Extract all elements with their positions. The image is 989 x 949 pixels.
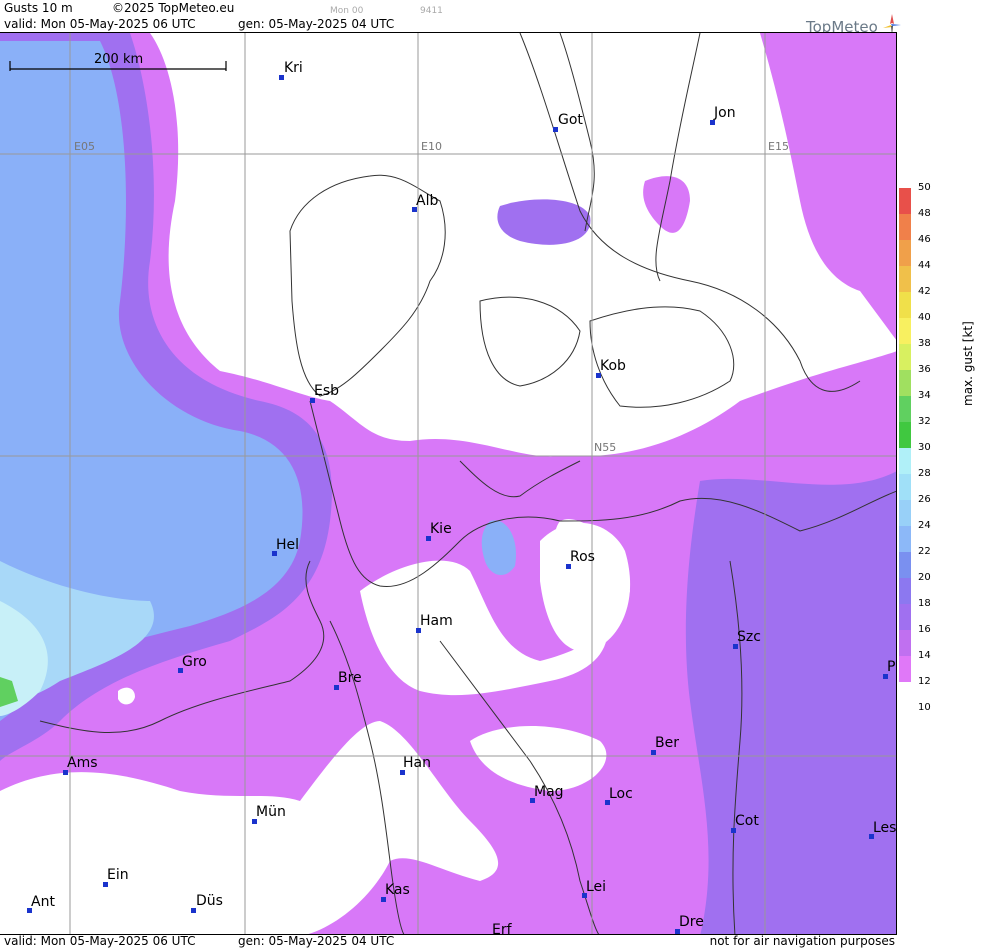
gust-legend: 50 48 46 44 42 40 38 36 34 32 30 28 26 24 22 20 18 16 14 12… (899, 182, 989, 713)
legend-tick-label: 14 (918, 650, 931, 661)
footer-valid-time: valid: Mon 05-May-2025 06 UTC (4, 934, 196, 948)
legend-color-swatch (899, 552, 911, 578)
city-label: Kri (284, 60, 303, 76)
code-label: 9411 (420, 6, 443, 16)
legend-color-swatch (899, 370, 911, 396)
city-label: Szc (737, 629, 761, 645)
legend-tick-label: 40 (918, 312, 931, 323)
legend-tick-label: 46 (918, 234, 931, 245)
city-label: Alb (416, 193, 439, 209)
legend-color-swatch (899, 500, 911, 526)
city-label: Kie (430, 521, 452, 537)
legend-tick-label: 20 (918, 572, 931, 583)
grid-label-e05: E05 (74, 140, 95, 153)
legend-color-swatch (899, 396, 911, 422)
legend-color-swatch (899, 292, 911, 318)
legend-tick-label: 24 (918, 520, 931, 531)
city-label: Got (558, 112, 583, 128)
model-run-label: Mon 00 (330, 6, 364, 16)
city-label: Ein (107, 867, 129, 883)
disclaimer-text: not for air navigation purposes (709, 934, 895, 948)
legend-color-swatch (899, 318, 911, 344)
valid-time: valid: Mon 05-May-2025 06 UTC (4, 17, 196, 31)
city-label: Mag (534, 784, 564, 800)
legend-color-swatch (899, 344, 911, 370)
copyright-text: ©2025 TopMeteo.eu (112, 1, 235, 15)
city-label: Kas (385, 882, 410, 898)
generated-time: gen: 05-May-2025 04 UTC (238, 17, 395, 31)
legend-title: max. gust [kt] (961, 321, 975, 406)
legend-color-swatch (899, 656, 911, 682)
legend-tick-label: 44 (918, 260, 931, 271)
grid-label-e15: E15 (768, 140, 789, 153)
legend-color-swatch (899, 188, 911, 214)
legend-tick-label: 42 (918, 286, 931, 297)
city-label: Esb (314, 383, 340, 399)
city-label: Gro (182, 654, 207, 670)
city-label: Loc (609, 786, 633, 802)
legend-color-swatch (899, 474, 911, 500)
legend-color-swatch (899, 266, 911, 292)
legend-color-swatch (899, 526, 911, 552)
city-label: Hel (276, 537, 300, 553)
legend-tick-label: 16 (918, 624, 931, 635)
grid-label-e10: E10 (421, 140, 442, 153)
footer-bar: valid: Mon 05-May-2025 06 UTC gen: 05-Ma… (0, 934, 897, 949)
legend-tick-label: 32 (918, 416, 931, 427)
legend-color-swatch (899, 578, 911, 604)
city-label: Bre (338, 670, 362, 686)
legend-tick-label: 18 (918, 598, 931, 609)
legend-color-swatch (899, 214, 911, 240)
legend-tick-label: 38 (918, 338, 931, 349)
legend-tick-label: 26 (918, 494, 931, 505)
legend-tick-label: 34 (918, 390, 931, 401)
legend-color-swatch (899, 630, 911, 656)
city-label: Dre (679, 914, 704, 930)
city-label: Lei (586, 879, 607, 895)
legend-color-swatch (899, 604, 911, 630)
legend-tick-label: 28 (918, 468, 931, 479)
city-label: Jon (714, 105, 736, 121)
legend-tick-label: 48 (918, 208, 931, 219)
wind-gust-map[interactable]: 200 km E05 E10 E15 N55 Kri Got Jon Alb K… (0, 32, 897, 935)
city-label: Ant (31, 894, 55, 910)
legend-tick-label: 30 (918, 442, 931, 453)
legend-tick-label: 10 (918, 702, 931, 713)
city-label: Kob (600, 358, 626, 374)
legend-color-swatch (899, 240, 911, 266)
grid-label-n55: N55 (594, 441, 617, 454)
city-label: Mün (256, 804, 286, 820)
legend-color-swatch (899, 422, 911, 448)
map-canvas (0, 33, 896, 934)
scale-bar-label: 200 km (94, 52, 144, 67)
city-label: Han (403, 755, 431, 771)
city-label: P (887, 659, 896, 675)
city-label: Ams (67, 755, 98, 771)
legend-tick-label: 50 (918, 182, 931, 193)
footer-generated-time: gen: 05-May-2025 04 UTC (238, 934, 395, 948)
legend-tick-label: 12 (918, 676, 931, 687)
legend-tick-label: 22 (918, 546, 931, 557)
city-label: Ros (570, 549, 595, 565)
legend-color-swatch (899, 448, 911, 474)
legend-colorbar (899, 188, 911, 682)
city-label: Ham (420, 613, 453, 629)
legend-tick-label: 36 (918, 364, 931, 375)
city-label: Ber (655, 735, 679, 751)
city-label: Düs (196, 893, 223, 909)
city-label: Cot (735, 813, 759, 829)
city-label: Les (873, 820, 897, 836)
product-title: Gusts 10 m (4, 1, 73, 15)
gust-field (0, 33, 896, 934)
